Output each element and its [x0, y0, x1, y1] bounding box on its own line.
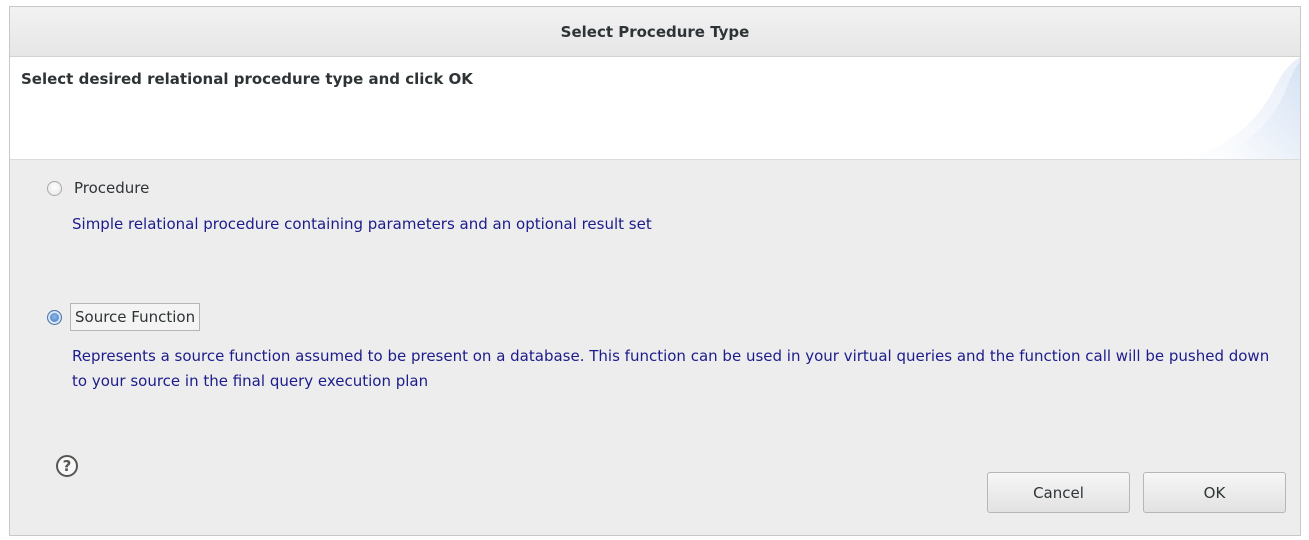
- select-procedure-type-dialog: Select Procedure Type Select desired rel…: [9, 6, 1301, 536]
- ok-button[interactable]: OK: [1143, 472, 1286, 513]
- procedure-radio-button[interactable]: [47, 180, 62, 196]
- source-function-radio-button[interactable]: [47, 309, 62, 325]
- dialog-header: Select desired relational procedure type…: [10, 57, 1300, 160]
- source-function-radio-label[interactable]: Source Function: [70, 303, 201, 331]
- procedure-description: Simple relational procedure containing p…: [72, 215, 652, 233]
- help-glyph: ?: [62, 457, 72, 475]
- procedure-radio-option[interactable]: Procedure: [47, 175, 153, 201]
- cancel-button[interactable]: Cancel: [987, 472, 1130, 513]
- cancel-button-label: Cancel: [1033, 483, 1084, 502]
- dialog-titlebar[interactable]: Select Procedure Type: [10, 7, 1300, 57]
- header-banner-graphic: [1180, 57, 1300, 159]
- header-message: Select desired relational procedure type…: [21, 70, 473, 88]
- ok-button-label: OK: [1203, 483, 1226, 502]
- dialog-title: Select Procedure Type: [560, 22, 750, 41]
- source-function-radio-option[interactable]: Source Function: [47, 303, 201, 331]
- help-icon[interactable]: ?: [56, 455, 78, 477]
- procedure-radio-label[interactable]: Procedure: [70, 175, 153, 201]
- source-function-description: Represents a source function assumed to …: [72, 347, 1270, 390]
